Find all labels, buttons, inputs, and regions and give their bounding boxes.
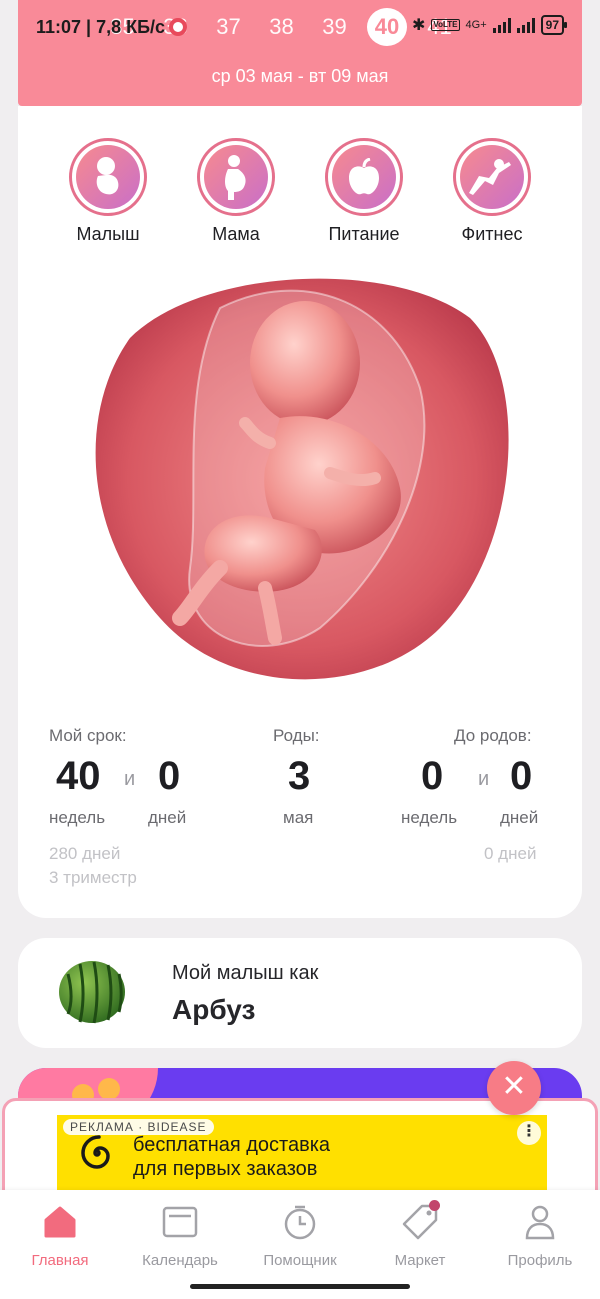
baby-icon xyxy=(76,145,140,209)
nav-assistant[interactable]: Помощник xyxy=(240,1202,360,1269)
pregnancy-card: Малыш Мама Питание Фитнес Мой срок: 40 и… xyxy=(18,106,582,918)
status-time: 11:07 | 7,8 КБ/с xyxy=(36,16,166,37)
bluetooth-icon: ✱ xyxy=(411,17,426,34)
baby-size-value: Арбуз xyxy=(172,994,256,1025)
home-icon xyxy=(40,1202,80,1242)
watermelon-icon xyxy=(59,961,125,1024)
nav-home-label: Главная xyxy=(31,1252,89,1269)
nav-profile[interactable]: Профиль xyxy=(480,1202,600,1269)
profile-icon xyxy=(520,1202,560,1242)
nav-calendar-label: Календарь xyxy=(142,1252,218,1269)
tag-icon xyxy=(400,1200,440,1242)
ad-line-1: бесплатная доставка xyxy=(133,1134,331,1156)
pregnant-woman-icon xyxy=(204,145,268,209)
baby-size-card[interactable]: Мой малыш как Арбуз xyxy=(18,938,582,1048)
nav-market[interactable]: Маркет xyxy=(360,1200,480,1269)
term-trimester: 3 триместр xyxy=(49,868,137,887)
category-mom-ring[interactable] xyxy=(197,138,275,216)
timer-icon xyxy=(280,1202,320,1242)
fitness-icon xyxy=(460,145,524,209)
battery-icon: 97 xyxy=(540,15,568,35)
until-conjunction: и xyxy=(478,768,490,790)
date-range: ср 03 мая - вт 09 мая xyxy=(211,66,389,86)
term-days-value: 0 xyxy=(158,754,181,798)
close-ad-button[interactable]: ✕ xyxy=(487,1061,541,1115)
network-type: 4G+ xyxy=(465,19,487,31)
term-total-days: 280 дней xyxy=(49,844,121,863)
nav-assistant-label: Помощник xyxy=(263,1252,337,1269)
category-nutrition-label: Питание xyxy=(328,224,400,244)
category-mom-label: Мама xyxy=(212,224,260,244)
more-options-icon[interactable]: ⋮ xyxy=(517,1121,541,1145)
spiral-logo-icon xyxy=(81,1135,110,1169)
status-icons: ✱ VoLTE 4G+ 97 xyxy=(411,15,568,35)
volte-icon: VoLTE xyxy=(431,19,460,31)
term-title: Мой срок: xyxy=(49,726,127,745)
category-fitness-ring[interactable] xyxy=(453,138,531,216)
recording-indicator-icon xyxy=(169,18,188,36)
nav-market-label: Маркет xyxy=(394,1252,446,1269)
until-weeks-value: 0 xyxy=(421,754,444,798)
promo-flower-icon xyxy=(98,1078,120,1100)
nav-profile-label: Профиль xyxy=(507,1252,573,1269)
category-mom[interactable]: Мама xyxy=(176,138,296,245)
nav-calendar[interactable]: Календарь xyxy=(120,1202,240,1269)
category-nutrition[interactable]: Питание xyxy=(304,138,424,245)
ad-text: бесплатная доставка для первых заказов xyxy=(133,1133,330,1181)
until-title: До родов: xyxy=(454,726,532,745)
calendar-icon xyxy=(160,1202,200,1242)
ad-line-2: для первых заказов xyxy=(133,1158,318,1180)
home-indicator[interactable] xyxy=(190,1284,410,1289)
signal-2-icon xyxy=(516,17,535,33)
pregnancy-stats: Мой срок: 40 и 0 недель дней 280 дней 3 … xyxy=(18,722,582,902)
baby-size-caption: Мой малыш как xyxy=(172,962,319,984)
signal-icon xyxy=(492,17,511,33)
term-weeks-unit: недель xyxy=(49,808,106,827)
term-days-unit: дней xyxy=(148,808,187,827)
term-conjunction: и xyxy=(124,768,136,790)
until-weeks-unit: недель xyxy=(401,808,458,827)
until-total-days: 0 дней xyxy=(484,844,537,863)
fetus-illustration xyxy=(95,278,509,680)
birth-title: Роды: xyxy=(273,726,320,745)
category-baby-ring[interactable] xyxy=(69,138,147,216)
birth-month: мая xyxy=(283,808,314,827)
apple-icon xyxy=(332,145,396,209)
birth-day-value: 3 xyxy=(288,754,311,798)
category-baby[interactable]: Малыш xyxy=(48,138,168,245)
category-baby-label: Малыш xyxy=(76,224,140,244)
until-days-unit: дней xyxy=(500,808,539,827)
category-nutrition-ring[interactable] xyxy=(325,138,403,216)
bottom-navigation: Главная Календарь Помощник Маркет Профил… xyxy=(0,1190,600,1299)
until-days-value: 0 xyxy=(510,754,533,798)
category-fitness[interactable]: Фитнес xyxy=(432,138,552,245)
ad-banner[interactable]: РЕКЛАМА · BIDEASE бесплатная доставка дл… xyxy=(57,1115,547,1193)
category-fitness-label: Фитнес xyxy=(461,224,523,244)
notification-dot xyxy=(429,1200,440,1211)
nav-home[interactable]: Главная xyxy=(0,1202,120,1269)
term-weeks-value: 40 xyxy=(56,754,101,798)
category-row: Малыш Мама Питание Фитнес xyxy=(18,138,582,248)
